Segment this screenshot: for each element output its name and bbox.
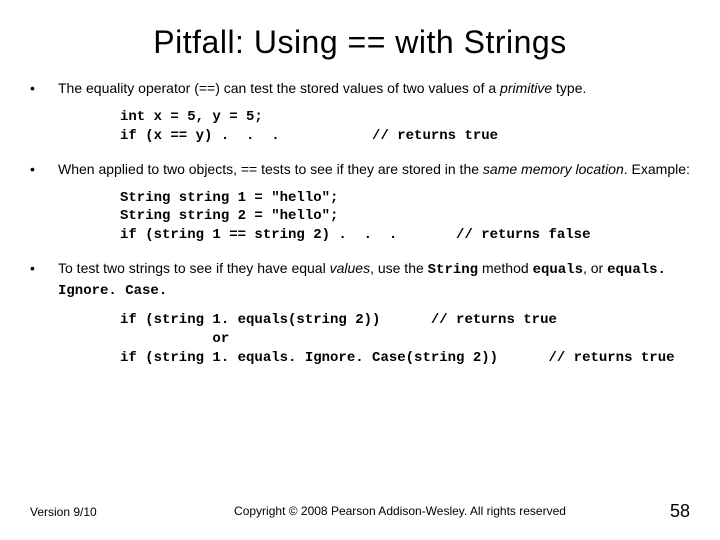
page-title: Pitfall: Using == with Strings <box>30 24 690 61</box>
footer-copyright: Copyright © 2008 Pearson Addison-Wesley.… <box>170 504 630 519</box>
bullet-dot: • <box>30 259 58 301</box>
bullet-text: When applied to two objects, == tests to… <box>58 160 690 179</box>
code-block: if (string 1. equals(string 2)) // retur… <box>120 311 690 368</box>
footer: Version 9/10 Copyright © 2008 Pearson Ad… <box>0 501 720 522</box>
list-item: • To test two strings to see if they hav… <box>30 259 690 301</box>
code-block: int x = 5, y = 5; if (x == y) . . . // r… <box>120 108 690 146</box>
slide: Pitfall: Using == with Strings • The equ… <box>0 0 720 540</box>
bullet-dot: • <box>30 79 58 98</box>
list-item: • When applied to two objects, == tests … <box>30 160 690 179</box>
bullet-dot: • <box>30 160 58 179</box>
code-block: String string 1 = "hello"; String string… <box>120 189 690 246</box>
footer-page-number: 58 <box>630 501 690 522</box>
list-item: • The equality operator (==) can test th… <box>30 79 690 98</box>
footer-version: Version 9/10 <box>30 505 170 519</box>
body-list: • The equality operator (==) can test th… <box>30 79 690 368</box>
bullet-text: To test two strings to see if they have … <box>58 259 690 301</box>
bullet-text: The equality operator (==) can test the … <box>58 79 690 98</box>
